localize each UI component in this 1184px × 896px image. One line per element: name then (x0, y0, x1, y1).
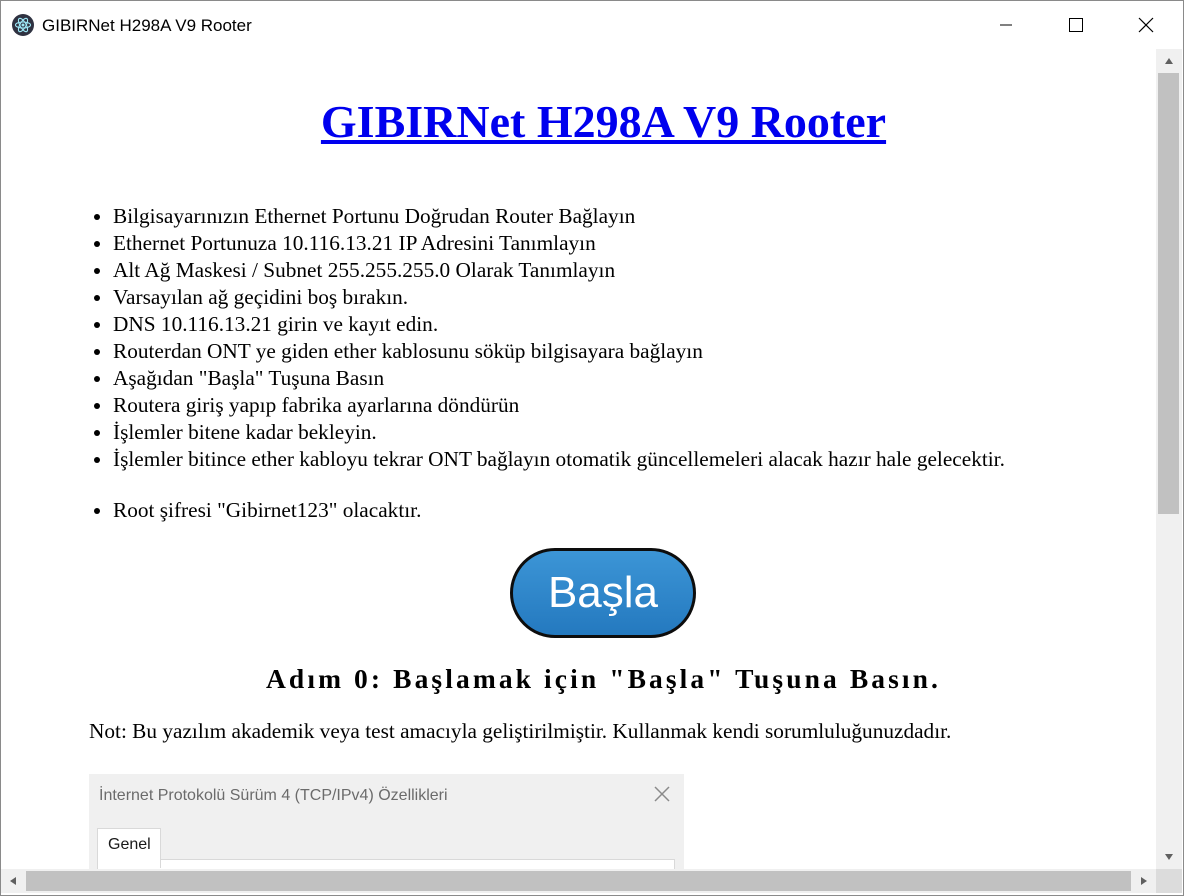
scrollbar-corner (1156, 869, 1182, 893)
list-item: İşlemler bitince ether kabloyu tekrar ON… (113, 446, 1005, 473)
page-title-link[interactable]: GIBIRNet H298A V9 Rooter (321, 96, 886, 147)
list-item: DNS 10.116.13.21 girin ve kayıt edin. (113, 311, 1005, 338)
minimize-button[interactable] (971, 1, 1041, 49)
vertical-scrollbar-thumb[interactable] (1158, 73, 1179, 514)
list-item: Routerdan ONT ye giden ether kablosunu s… (113, 338, 1005, 365)
root-password-list: Root şifresi "Gibirnet123" olacaktır. (113, 497, 421, 524)
horizontal-scrollbar[interactable] (1, 869, 1156, 893)
chevron-left-icon (10, 877, 16, 885)
close-icon (1138, 17, 1154, 33)
horizontal-scrollbar-thumb[interactable] (26, 871, 1131, 891)
chevron-down-icon (1165, 854, 1173, 860)
dialog-body (97, 859, 675, 869)
disclaimer-note: Not: Bu yazılım akademik veya test amacı… (89, 719, 952, 743)
list-item: Aşağıdan "Başla" Tuşuna Basın (113, 365, 1005, 392)
scroll-left-button[interactable] (1, 869, 25, 893)
scroll-down-button[interactable] (1156, 845, 1182, 869)
list-item: Alt Ağ Maskesi / Subnet 255.255.255.0 Ol… (113, 257, 1005, 284)
list-item: Routera giriş yapıp fabrika ayarlarına d… (113, 392, 1005, 419)
vertical-scrollbar[interactable] (1156, 49, 1182, 869)
list-item: İşlemler bitene kadar bekleyin. (113, 419, 1005, 446)
tab-general: Genel (97, 828, 161, 868)
maximize-button[interactable] (1041, 1, 1111, 49)
title-bar[interactable]: GIBIRNet H298A V9 Rooter (1, 1, 1183, 49)
scroll-right-button[interactable] (1132, 869, 1156, 893)
step-status-heading: Adım 0: Başlamak için "Başla" Tuşuna Bas… (265, 663, 942, 694)
close-icon (654, 786, 670, 802)
window-title: GIBIRNet H298A V9 Rooter (42, 16, 252, 35)
dialog-title: İnternet Protokolü Sürüm 4 (TCP/IPv4) Öz… (99, 787, 448, 804)
scroll-up-button[interactable] (1156, 49, 1182, 73)
chevron-right-icon (1141, 877, 1147, 885)
root-password-note: Root şifresi "Gibirnet123" olacaktır. (113, 497, 421, 524)
start-button[interactable]: Başla (510, 548, 696, 638)
close-button[interactable] (1111, 1, 1181, 49)
list-item: Varsayılan ağ geçidini boş bırakın. (113, 284, 1005, 311)
page-content: GIBIRNet H298A V9 Rooter Bilgisayarınızı… (1, 49, 1156, 869)
app-window: GIBIRNet H298A V9 Rooter GIBIRNet H298A … (0, 0, 1184, 896)
chevron-up-icon (1165, 58, 1173, 64)
maximize-icon (1069, 18, 1083, 32)
page-title: GIBIRNet H298A V9 Rooter (1, 96, 1156, 148)
instruction-list: Bilgisayarınızın Ethernet Portunu Doğrud… (113, 203, 1005, 473)
tcp-ipv4-dialog-screenshot: İnternet Protokolü Sürüm 4 (TCP/IPv4) Öz… (89, 773, 684, 869)
minimize-icon (1000, 24, 1012, 26)
list-item: Bilgisayarınızın Ethernet Portunu Doğrud… (113, 203, 1005, 230)
list-item: Ethernet Portunuza 10.116.13.21 IP Adres… (113, 230, 1005, 257)
electron-app-icon (12, 14, 34, 36)
